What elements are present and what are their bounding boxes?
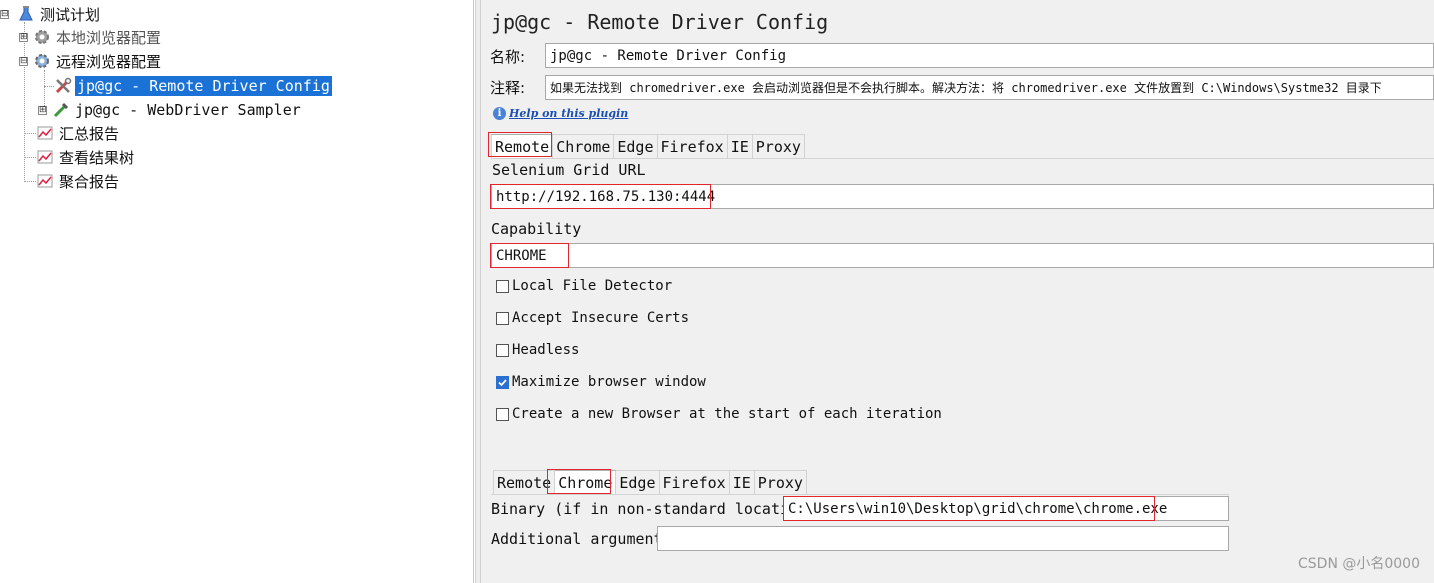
tab-edge[interactable]: Edge xyxy=(614,134,658,158)
tree-node-remote-browser-config[interactable]: ⊟ 远程浏览器配置 xyxy=(19,50,163,72)
tab-proxy[interactable]: Proxy xyxy=(752,134,805,158)
tab-firefox[interactable]: Firefox xyxy=(657,134,728,158)
tab-ie[interactable]: IE xyxy=(729,470,755,494)
tree-label: 测试计划 xyxy=(40,5,101,24)
collapse-icon[interactable]: ⊟ xyxy=(0,9,9,19)
info-icon: i xyxy=(493,107,506,120)
local-file-detector-checkbox[interactable]: Local File Detector xyxy=(496,278,672,294)
tree-label: 远程浏览器配置 xyxy=(56,52,162,71)
grid-url-label: Selenium Grid URL xyxy=(492,161,646,179)
checkbox-box[interactable] xyxy=(496,407,509,421)
tree-label: 查看结果树 xyxy=(59,148,135,167)
help-link-row[interactable]: i Help on this plugin xyxy=(493,107,628,120)
checkbox-label: Maximize browser window xyxy=(512,374,706,390)
accept-insecure-certs-checkbox[interactable]: Accept Insecure Certs xyxy=(496,310,689,326)
chart-icon xyxy=(36,124,54,142)
tree-node-summary-report[interactable]: 汇总报告 xyxy=(36,122,121,144)
headless-checkbox[interactable]: Headless xyxy=(496,342,579,358)
tree-label: 本地浏览器配置 xyxy=(56,28,162,47)
checkbox-label: Accept Insecure Certs xyxy=(512,310,690,326)
tree-connector xyxy=(44,86,54,87)
tree-label: 汇总报告 xyxy=(59,124,120,143)
gear-icon xyxy=(33,28,51,46)
watermark: CSDN @小名0000 xyxy=(1298,556,1420,572)
driver-tabs-top: Remote Chrome Edge Firefox IE Proxy xyxy=(491,134,805,158)
tree-node-webdriver-sampler[interactable]: ⊞ jp@gc - WebDriver Sampler xyxy=(38,99,303,121)
chart-icon xyxy=(36,172,54,190)
flask-icon xyxy=(17,5,35,23)
gear-icon xyxy=(33,52,51,70)
test-plan-tree[interactable]: ⊟ 测试计划 ⊞ 本地浏览器配置 ⊟ 远程浏览器配置 jp@gc - Remot… xyxy=(0,0,474,583)
driver-tabs-bottom: Remote Chrome Edge Firefox IE Proxy xyxy=(493,470,807,494)
pipette-icon xyxy=(52,101,70,119)
checkbox-box[interactable] xyxy=(496,343,509,357)
checkbox-box[interactable] xyxy=(496,279,509,293)
capability-select[interactable]: CHROME xyxy=(491,243,1434,268)
tree-node-local-browser-config[interactable]: ⊞ 本地浏览器配置 xyxy=(19,26,163,48)
name-label: 名称: xyxy=(490,48,526,66)
tree-label: jp@gc - WebDriver Sampler xyxy=(75,101,301,119)
tree-node-test-plan[interactable]: ⊟ 测试计划 xyxy=(0,3,102,25)
tab-chrome[interactable]: Chrome xyxy=(553,134,615,158)
name-field[interactable]: jp@gc - Remote Driver Config xyxy=(545,43,1434,68)
tools-icon xyxy=(54,77,72,95)
page-title: jp@gc - Remote Driver Config xyxy=(491,10,829,34)
binary-path-input[interactable]: C:\Users\win10\Desktop\grid\chrome\chrom… xyxy=(783,496,1229,521)
tree-connector xyxy=(24,181,36,182)
additional-args-input[interactable] xyxy=(657,526,1229,551)
tab-firefox[interactable]: Firefox xyxy=(659,470,730,494)
tab-ie[interactable]: IE xyxy=(727,134,753,158)
tab-remote[interactable]: Remote xyxy=(491,134,554,158)
tab-edge[interactable]: Edge xyxy=(616,470,660,494)
tree-label: 聚合报告 xyxy=(59,172,120,191)
tree-label: jp@gc - Remote Driver Config xyxy=(75,76,332,96)
collapse-icon[interactable]: ⊟ xyxy=(19,56,28,66)
chart-icon xyxy=(36,148,54,166)
expand-icon[interactable]: ⊞ xyxy=(19,32,28,42)
additional-args-label: Additional arguments xyxy=(491,530,672,548)
checkbox-label: Headless xyxy=(512,342,580,358)
tree-node-remote-driver-config[interactable]: jp@gc - Remote Driver Config xyxy=(54,75,332,97)
expand-icon[interactable]: ⊞ xyxy=(38,105,47,115)
help-link[interactable]: Help on this plugin xyxy=(509,107,628,120)
checkbox-box[interactable] xyxy=(496,311,509,325)
config-panel: jp@gc - Remote Driver Config 名称: jp@gc -… xyxy=(481,0,1434,583)
tab-proxy[interactable]: Proxy xyxy=(754,470,807,494)
maximize-browser-window-checkbox[interactable]: Maximize browser window xyxy=(496,374,706,390)
tab-chrome[interactable]: Chrome xyxy=(555,470,617,494)
binary-label: Binary (if in non-standard location) xyxy=(491,500,817,518)
tree-connector xyxy=(24,157,36,158)
checkbox-label: Create a new Browser at the start of eac… xyxy=(512,406,942,422)
comment-label: 注释: xyxy=(490,79,526,97)
capability-label: Capability xyxy=(491,220,582,238)
comment-field[interactable]: 如果无法找到 chromedriver.exe 会启动浏览器但是不会执行脚本。解… xyxy=(545,75,1434,100)
new-browser-each-iteration-checkbox[interactable]: Create a new Browser at the start of eac… xyxy=(496,406,942,422)
tab-remote[interactable]: Remote xyxy=(493,470,556,494)
tree-node-view-results-tree[interactable]: 查看结果树 xyxy=(36,146,136,168)
checkbox-label: Local File Detector xyxy=(512,278,673,294)
tree-node-aggregate-report[interactable]: 聚合报告 xyxy=(36,170,121,192)
checkbox-checked-icon[interactable] xyxy=(496,375,509,389)
grid-url-input[interactable]: http://192.168.75.130:4444 xyxy=(491,184,1434,209)
tree-connector xyxy=(24,133,36,134)
